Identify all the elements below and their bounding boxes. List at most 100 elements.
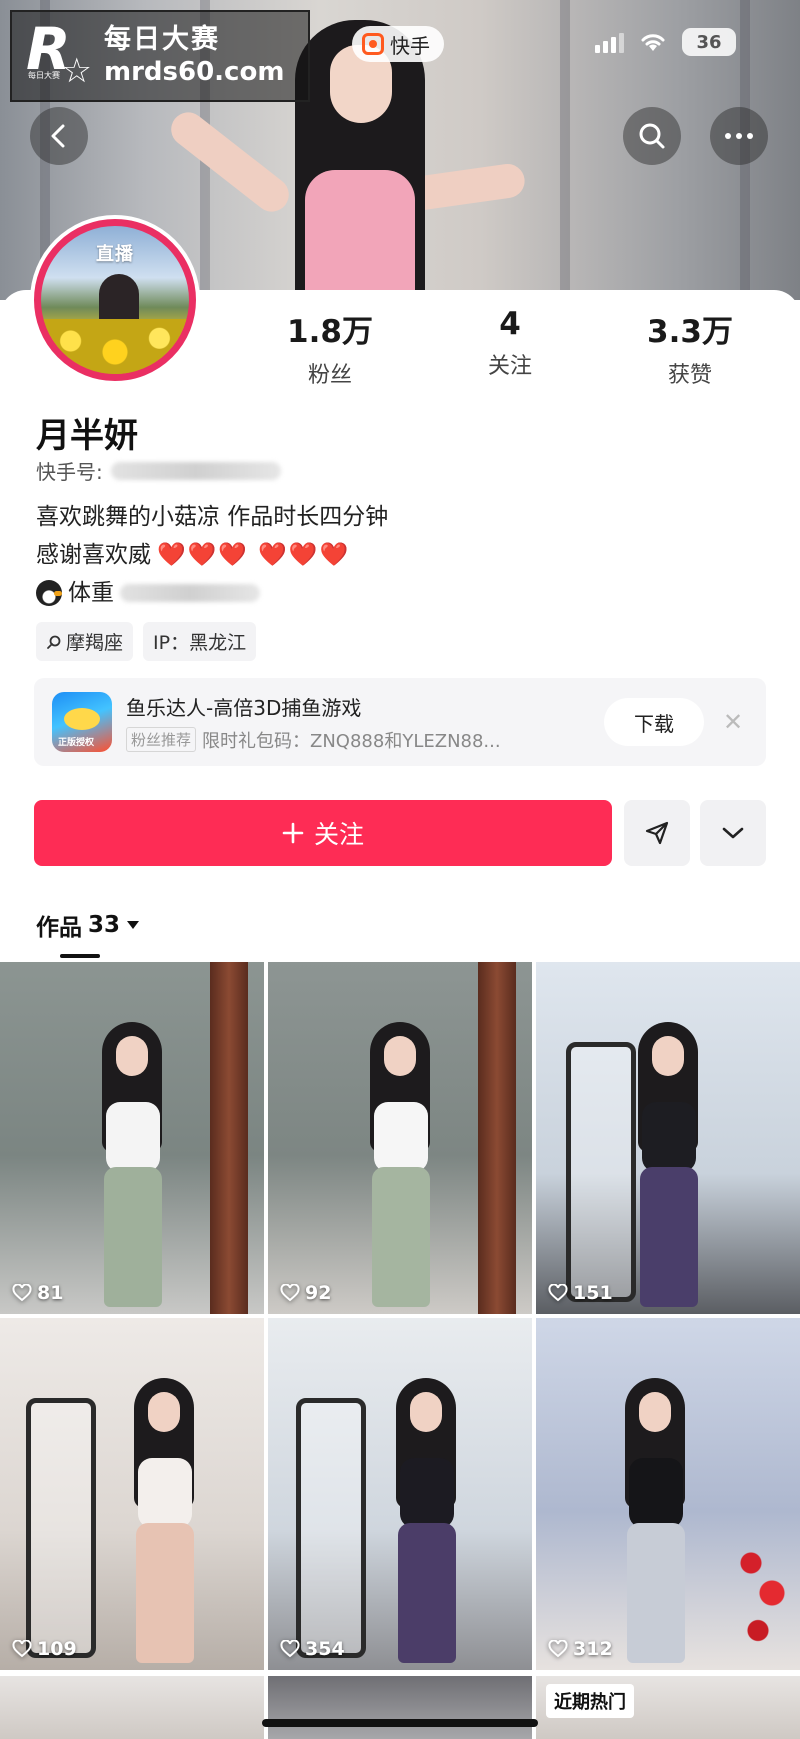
- watermark-brand: 每日大赛: [104, 24, 220, 56]
- heart-outline-icon: [548, 1640, 568, 1658]
- follow-label: 关注: [313, 820, 364, 849]
- video-thumbnail[interactable]: [0, 1676, 264, 1739]
- stat-value: 3.3万: [647, 314, 733, 350]
- watermark-domain: mrds60.com: [104, 56, 285, 87]
- chevron-down-icon: [722, 827, 744, 839]
- home-indicator[interactable]: [262, 1719, 538, 1727]
- more-options-button[interactable]: [710, 107, 768, 165]
- like-count: 81: [12, 1282, 63, 1304]
- plus-icon: [282, 822, 304, 844]
- like-count: 312: [548, 1638, 613, 1660]
- like-count-value: 151: [573, 1282, 613, 1304]
- more-dots-icon: [725, 133, 753, 139]
- status-bar: 36: [595, 28, 736, 56]
- stat-following[interactable]: 4 关注: [420, 290, 600, 390]
- profile-tags: 摩羯座 IP：黑龙江: [36, 622, 257, 661]
- like-count-value: 109: [37, 1638, 77, 1660]
- stat-value: 1.8万: [287, 314, 373, 350]
- avatar[interactable]: 直播: [30, 215, 200, 385]
- kuaishou-id-blurred: [110, 461, 281, 480]
- penguin-icon: [36, 580, 62, 606]
- game-app-icon: 正版授权: [52, 692, 112, 752]
- live-badge: 直播: [96, 244, 134, 265]
- ad-title: 鱼乐达人-高倍3D捕鱼游戏: [126, 695, 362, 720]
- bio-text: 体重: [68, 580, 114, 606]
- like-count-value: 354: [305, 1638, 345, 1660]
- tab-underline: [60, 954, 100, 958]
- tab-works[interactable]: 作品 33: [36, 908, 140, 942]
- close-icon[interactable]: ✕: [718, 708, 748, 736]
- zodiac-icon: [47, 635, 61, 649]
- back-button[interactable]: [30, 107, 88, 165]
- signal-icon: [595, 31, 624, 53]
- video-thumbnail[interactable]: 109: [0, 1318, 264, 1670]
- like-count: 151: [548, 1282, 613, 1304]
- video-thumbnail[interactable]: 354: [268, 1318, 532, 1670]
- app-source-pill[interactable]: 快手: [352, 26, 444, 62]
- like-count-value: 81: [37, 1282, 64, 1304]
- heart-outline-icon: [12, 1640, 32, 1658]
- send-icon: [645, 821, 669, 845]
- video-thumbnail[interactable]: 81: [0, 962, 264, 1314]
- search-button[interactable]: [623, 107, 681, 165]
- heart-emoji-icon: ❤️❤️❤️ ❤️❤️❤️: [157, 542, 351, 568]
- battery-indicator: 36: [682, 28, 736, 56]
- star-icon: ☆: [61, 51, 92, 91]
- ad-subtitle: 限时礼包码：ZNQ888和YLEZN88...: [202, 730, 501, 752]
- cover-curtain: [560, 0, 570, 300]
- profile-name: 月半妍: [36, 416, 138, 456]
- like-count-value: 312: [573, 1638, 613, 1660]
- heart-outline-icon: [12, 1284, 32, 1302]
- works-count: 33: [88, 912, 121, 938]
- video-thumbnail[interactable]: 92: [268, 962, 532, 1314]
- search-icon: [639, 123, 665, 149]
- ad-download-button[interactable]: 下载: [604, 698, 704, 746]
- like-count-value: 92: [305, 1282, 332, 1304]
- profile-stats: 1.8万 粉丝 4 关注 3.3万 获赞: [240, 290, 780, 390]
- stat-label: 获赞: [667, 363, 712, 388]
- video-grid: 81 92 151 109 354 312: [0, 962, 800, 1670]
- bio-line: 感谢喜欢威 ❤️❤️❤️ ❤️❤️❤️: [36, 536, 388, 574]
- stat-label: 关注: [487, 354, 532, 379]
- tag-label: 摩羯座: [66, 632, 124, 654]
- video-thumbnail[interactable]: 151: [536, 962, 800, 1314]
- watermark-logo-small: 每日大赛: [28, 71, 60, 80]
- kuaishou-id-label: 快手号:: [36, 460, 103, 484]
- video-thumbnail[interactable]: [268, 1676, 532, 1739]
- profile-bio: 喜欢跳舞的小菇凉 作品时长四分钟 感谢喜欢威 ❤️❤️❤️ ❤️❤️❤️ 体重: [36, 498, 388, 612]
- kuaishou-logo-icon: [362, 33, 384, 55]
- caret-down-icon: [127, 921, 140, 929]
- kuaishou-id-row[interactable]: 快手号:: [36, 456, 281, 485]
- bio-blurred: [120, 584, 260, 602]
- recent-hot-badge: 近期热门: [546, 1684, 634, 1718]
- stat-followers[interactable]: 1.8万 粉丝: [240, 290, 420, 390]
- bio-text: 感谢喜欢威: [36, 542, 151, 568]
- site-watermark: R ☆ 每日大赛 每日大赛 mrds60.com: [10, 10, 310, 102]
- follow-button[interactable]: 关注: [34, 800, 612, 866]
- heart-outline-icon: [548, 1284, 568, 1302]
- game-icon-caption: 正版授权: [58, 738, 95, 748]
- share-button[interactable]: [624, 800, 690, 866]
- works-tab-label: 作品: [36, 915, 82, 941]
- bio-line: 喜欢跳舞的小菇凉 作品时长四分钟: [36, 504, 389, 530]
- bio-line: 体重: [36, 574, 388, 612]
- video-thumbnail[interactable]: 近期热门: [536, 1676, 800, 1739]
- like-count: 354: [280, 1638, 345, 1660]
- stat-likes[interactable]: 3.3万 获赞: [600, 290, 780, 390]
- stat-label: 粉丝: [307, 363, 352, 388]
- video-grid-row-partial: 近期热门: [0, 1676, 800, 1739]
- stat-value: 4: [499, 306, 521, 342]
- profile-card: 1.8万 粉丝 4 关注 3.3万 获赞 月半妍 快手号: 喜欢跳舞的小菇凉 作…: [0, 290, 800, 1739]
- like-count: 109: [12, 1638, 77, 1660]
- tag-label: IP：黑龙江: [153, 632, 247, 654]
- tag-zodiac[interactable]: 摩羯座: [36, 622, 134, 661]
- game-ad-banner[interactable]: 正版授权 鱼乐达人-高倍3D捕鱼游戏 粉丝推荐 限时礼包码：ZNQ888和YLE…: [34, 678, 766, 766]
- heart-outline-icon: [280, 1284, 300, 1302]
- heart-outline-icon: [280, 1640, 300, 1658]
- tag-ip-location[interactable]: IP：黑龙江: [143, 622, 257, 661]
- chevron-left-icon: [51, 124, 65, 148]
- expand-button[interactable]: [700, 800, 766, 866]
- video-thumbnail[interactable]: 312: [536, 1318, 800, 1670]
- like-count: 92: [280, 1282, 331, 1304]
- wifi-icon: [641, 34, 665, 51]
